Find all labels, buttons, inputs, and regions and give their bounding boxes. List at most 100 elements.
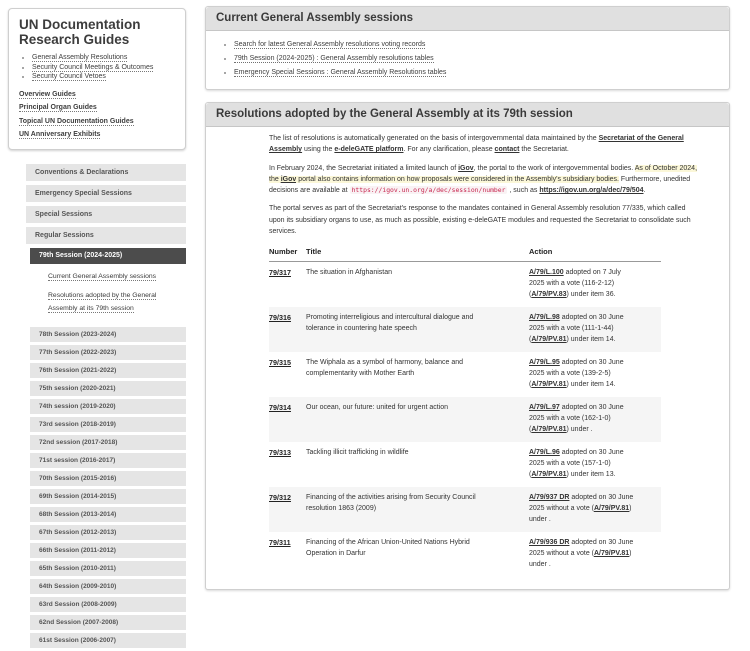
text-segment: ) under item 36.: [567, 291, 616, 298]
resolution-action-cell: A/79/L.95 adopted on 30 June 2025 with a…: [529, 352, 661, 397]
list-item: Principal Organ Guides: [19, 100, 175, 114]
inline-link[interactable]: A/79/L.95: [529, 359, 560, 366]
resolution-number-link[interactable]: 79/316: [269, 313, 291, 322]
sidebar-session-item[interactable]: 67th Session (2012-2013): [30, 525, 186, 540]
text-segment: The list of resolutions is automatically…: [269, 135, 599, 142]
resolution-number-link[interactable]: 79/315: [269, 358, 291, 367]
list-item: Topical UN Documentation Guides: [19, 114, 175, 128]
inline-link[interactable]: https://igov.un.org/a/dec/79/504: [539, 187, 643, 194]
sidebar-nav-item[interactable]: Conventions & Declarations: [26, 164, 186, 181]
content-link[interactable]: Emergency Special Sessions : General Ass…: [234, 69, 446, 77]
resolutions-box: Resolutions adopted by the General Assem…: [205, 102, 730, 590]
sidebar-session-item[interactable]: 72nd session (2017-2018): [30, 435, 186, 450]
text-segment: using the: [302, 146, 334, 153]
resolution-title-cell: The situation in Afghanistan: [306, 262, 529, 308]
current-sessions-box-title: Current General Assembly sessions: [206, 7, 729, 31]
text-segment: .: [644, 187, 646, 194]
current-sessions-links: Search for latest General Assembly resol…: [218, 38, 717, 80]
inline-link[interactable]: A/79/PV.81: [531, 336, 566, 343]
sidebar-session-item[interactable]: 64th Session (2009-2010): [30, 579, 186, 594]
resolution-number-link[interactable]: 79/311: [269, 538, 291, 547]
inline-link[interactable]: iGov: [458, 165, 474, 172]
sidebar-session-item[interactable]: 71st session (2016-2017): [30, 453, 186, 468]
sidebar-session-item[interactable]: 63rd Session (2008-2009): [30, 597, 186, 612]
sidebar-subpage-link[interactable]: Current General Assembly sessions: [48, 273, 156, 281]
nav-top-level: Conventions & Declarations Emergency Spe…: [8, 164, 186, 244]
sidebar-session-item[interactable]: 61st Session (2006-2007): [30, 633, 186, 648]
resolution-title-cell: Tackling illicit trafficking in wildlife: [306, 442, 529, 487]
table-row: 79/311 Financing of the African Union-Un…: [269, 532, 661, 577]
table-header-row: Number Title Action: [269, 244, 661, 262]
sidebar-nav-item[interactable]: Emergency Special Sessions: [26, 185, 186, 202]
resolution-action-cell: A/79/936 DR adopted on 30 June 2025 with…: [529, 532, 661, 577]
current-sessions-box-body: Search for latest General Assembly resol…: [206, 31, 729, 89]
sidebar: UN Documentation Research Guides General…: [8, 8, 186, 651]
intro-paragraphs: The list of resolutions is automatically…: [269, 133, 699, 237]
list-item: Search for latest General Assembly resol…: [234, 38, 717, 52]
sidebar-session-item[interactable]: 70th Session (2015-2016): [30, 471, 186, 486]
sidebar-session-item[interactable]: 62nd Session (2007-2008): [30, 615, 186, 630]
quick-link[interactable]: Security Council Meetings & Outcomes: [32, 64, 153, 72]
content-link[interactable]: 79th Session (2024-2025) : General Assem…: [234, 55, 434, 63]
inline-link[interactable]: A/79/PV.81: [531, 426, 566, 433]
sidebar-nav-item[interactable]: Special Sessions: [26, 206, 186, 223]
group-link[interactable]: UN Anniversary Exhibits: [19, 131, 100, 139]
column-header-number: Number: [269, 244, 306, 262]
sidebar-session-item[interactable]: 75th session (2020-2021): [30, 381, 186, 396]
resolution-number-link[interactable]: 79/314: [269, 403, 291, 412]
sidebar-session-item[interactable]: 66th Session (2011-2012): [30, 543, 186, 558]
sidebar-nav-item[interactable]: Regular Sessions: [26, 227, 186, 244]
resolution-number-link[interactable]: 79/313: [269, 448, 291, 457]
nav-session-list: 78th Session (2023-2024) 77th Session (2…: [8, 327, 186, 648]
sidebar-active-session[interactable]: 79th Session (2024-2025): [30, 248, 186, 264]
sidebar-session-item[interactable]: 65th Session (2010-2011): [30, 561, 186, 576]
inline-link[interactable]: A/79/L.97: [529, 404, 560, 411]
inline-link[interactable]: A/79/PV.81: [594, 505, 629, 512]
inline-link[interactable]: A/79/L.98: [529, 314, 560, 321]
inline-link[interactable]: A/79/PV.81: [594, 550, 629, 557]
inline-link[interactable]: A/79/PV.81: [531, 381, 566, 388]
guide-title-link[interactable]: UN Documentation Research Guides: [19, 17, 175, 47]
group-link[interactable]: Topical UN Documentation Guides: [19, 118, 134, 126]
resolutions-table: Number Title Action 79/317 The situation…: [269, 244, 661, 577]
inline-link[interactable]: A/79/936 DR: [529, 539, 569, 546]
sidebar-session-item[interactable]: 76th Session (2021-2022): [30, 363, 186, 378]
sidebar-session-item[interactable]: 73rd session (2018-2019): [30, 417, 186, 432]
inline-link[interactable]: e-deleGATE platform: [334, 146, 403, 153]
resolution-number-cell: 79/311: [269, 532, 306, 577]
resolution-number-cell: 79/317: [269, 262, 306, 308]
text-segment: The portal serves as part of the Secreta…: [269, 205, 691, 235]
content-link[interactable]: Search for latest General Assembly resol…: [234, 41, 425, 49]
text-segment: the Secretariat.: [519, 146, 568, 153]
sidebar-session-item[interactable]: 69th Session (2014-2015): [30, 489, 186, 504]
resolution-action-cell: A/79/L.100 adopted on 7 July 2025 with a…: [529, 262, 661, 308]
inline-link[interactable]: A/79/PV.81: [531, 471, 566, 478]
resolution-number-cell: 79/316: [269, 307, 306, 352]
text-segment: , such as: [507, 187, 539, 194]
inline-link[interactable]: iGov: [281, 176, 297, 183]
group-link[interactable]: Principal Organ Guides: [19, 104, 97, 112]
sidebar-session-item[interactable]: 78th Session (2023-2024): [30, 327, 186, 342]
resolution-title-cell: Promoting interreligious and intercultur…: [306, 307, 529, 352]
sidebar-session-item[interactable]: 77th Session (2022-2023): [30, 345, 186, 360]
inline-link[interactable]: A/79/PV.83: [531, 291, 566, 298]
sidebar-session-item[interactable]: 74th session (2019-2020): [30, 399, 186, 414]
inline-link[interactable]: contact: [495, 146, 520, 153]
quick-link[interactable]: General Assembly Resolutions: [32, 54, 127, 62]
inline-link[interactable]: A/79/937 DR: [529, 494, 569, 501]
quick-link[interactable]: Security Council Vetoes: [32, 73, 106, 81]
table-body: 79/317 The situation in Afghanistan A/79…: [269, 262, 661, 578]
list-item: General Assembly Resolutions: [32, 53, 175, 63]
sidebar-session-item[interactable]: 68th Session (2013-2014): [30, 507, 186, 522]
table-row: 79/313 Tackling illicit trafficking in w…: [269, 442, 661, 487]
inline-code: https://igov.un.org/a/dec/session/number: [350, 186, 508, 194]
group-link[interactable]: Overview Guides: [19, 91, 76, 99]
inline-link[interactable]: A/79/L.96: [529, 449, 560, 456]
table-row: 79/315 The Wiphala as a symbol of harmon…: [269, 352, 661, 397]
resolution-action-cell: A/79/L.98 adopted on 30 June 2025 with a…: [529, 307, 661, 352]
resolution-number-link[interactable]: 79/317: [269, 268, 291, 277]
resolution-number-link[interactable]: 79/312: [269, 493, 291, 502]
sidebar-subpage-link[interactable]: Resolutions adopted by the General Assem…: [48, 292, 156, 313]
inline-link[interactable]: A/79/L.100: [529, 269, 564, 276]
paragraph: In February 2024, the Secretariat initia…: [269, 163, 699, 197]
